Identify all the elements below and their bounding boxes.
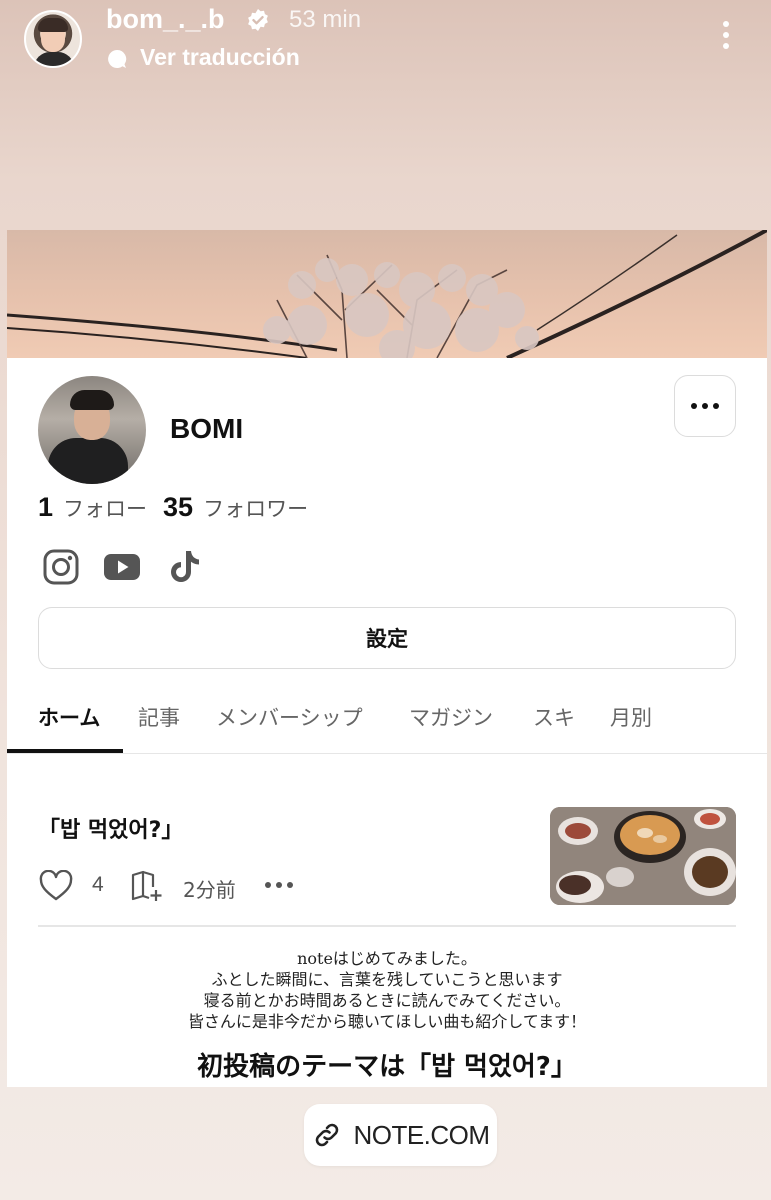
follow-label[interactable]: フォロー (63, 493, 147, 523)
add-to-magazine-icon[interactable] (130, 870, 164, 902)
avatar[interactable] (24, 10, 82, 68)
active-tab-indicator (7, 749, 123, 753)
shared-note-card[interactable]: BOMI 1 フォロー 35 フォロワー 設定 ホーム 記事 メンバーシップ マ… (7, 230, 767, 1087)
post-body: noteはじめてみました。 ふとした瞬間に、言葉を残していこうと思います 寝る前… (7, 948, 767, 1032)
post-time: 53 min (289, 6, 362, 33)
post-thumbnail[interactable] (550, 807, 736, 905)
follow-stats: 1 フォロー 35 フォロワー (38, 492, 324, 528)
tab-membership[interactable]: メンバーシップ (216, 702, 363, 732)
settings-button[interactable]: 設定 (38, 607, 736, 669)
post-timestamp: 2分前 (183, 878, 236, 902)
link-icon (316, 1123, 339, 1147)
divider (38, 925, 736, 927)
username[interactable]: bom_._.b (106, 4, 225, 35)
tab-monthly[interactable]: 月別 (610, 702, 652, 732)
post-title[interactable]: 「밥 먹었어?」 (38, 812, 183, 844)
translate-link[interactable]: Ver traducción (140, 44, 300, 71)
profile-name: BOMI (170, 413, 244, 444)
tab-magazine[interactable]: マガジン (409, 702, 493, 732)
post-heading: 初投稿のテーマは「밥 먹었어?」 (197, 1052, 577, 1082)
story-header: bom_._.b 53 min Ver traducción (0, 0, 771, 90)
youtube-icon[interactable] (103, 548, 141, 586)
verified-badge-icon (248, 9, 268, 31)
post-more-icon[interactable] (265, 882, 293, 888)
post-body-line: noteはじめてみました。 (297, 949, 477, 968)
like-count: 4 (92, 873, 104, 896)
post-body-line: 寝る前とかお時間あるときに読んでみてください。 (203, 991, 571, 1010)
cover-photo (7, 230, 767, 358)
profile-tabs: ホーム 記事 メンバーシップ マガジン スキ 月別 (7, 692, 767, 754)
translate-icon[interactable] (106, 48, 128, 70)
tab-home[interactable]: ホーム (38, 702, 100, 732)
tiktok-icon[interactable] (165, 548, 203, 586)
instagram-icon[interactable] (42, 548, 80, 586)
post-body-line: ふとした瞬間に、言葉を残していこうと思います (211, 970, 563, 989)
post-body-line: 皆さんに是非今だから聴いてほしい曲も紹介してます！ (187, 1012, 587, 1031)
like-icon[interactable] (39, 870, 73, 902)
more-options-icon[interactable] (716, 18, 736, 58)
tab-articles[interactable]: 記事 (138, 702, 180, 732)
tab-likes[interactable]: スキ (533, 702, 575, 732)
follower-count[interactable]: 35 (163, 492, 193, 523)
follower-label[interactable]: フォロワー (203, 493, 308, 523)
profile-avatar[interactable] (38, 376, 146, 484)
profile-more-button[interactable] (674, 375, 736, 437)
link-sticker[interactable]: NOTE.COM (304, 1104, 497, 1166)
cover-image (7, 230, 767, 358)
follow-count[interactable]: 1 (38, 492, 53, 523)
link-label: NOTE.COM (353, 1119, 490, 1150)
